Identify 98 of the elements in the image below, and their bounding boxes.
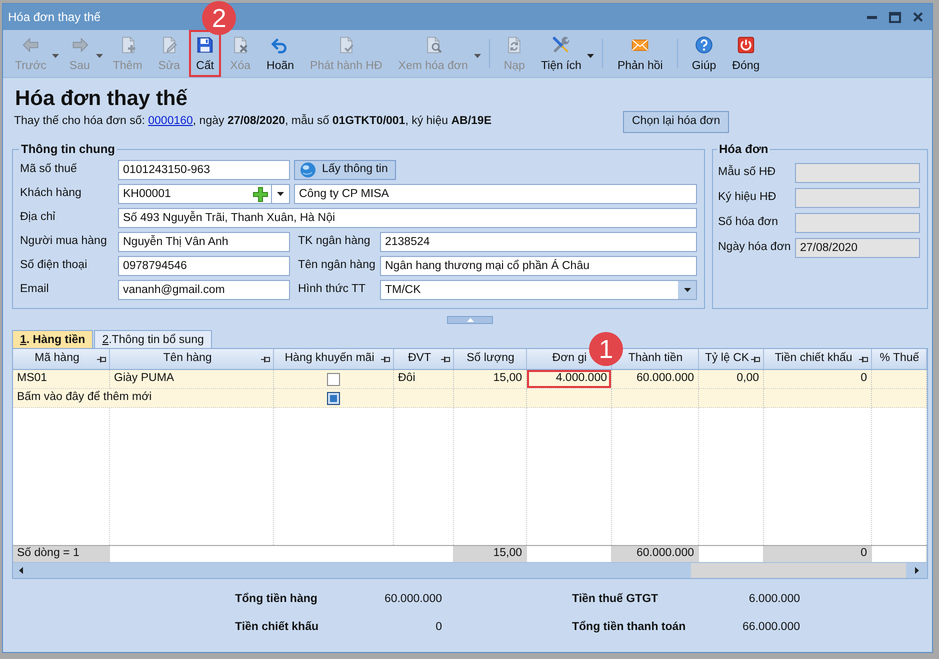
fetch-info-button[interactable]: Lấy thông tin xyxy=(294,160,396,180)
power-icon xyxy=(736,36,755,54)
field-label: Ngày hóa đơn xyxy=(718,241,792,255)
field-label: Email xyxy=(20,283,50,297)
help-button[interactable]: Giúp xyxy=(684,30,724,77)
document-pencil-icon xyxy=(160,36,178,54)
dropdown-button[interactable] xyxy=(272,184,290,204)
caret-icon xyxy=(587,54,594,58)
panel-title: Hóa đơn xyxy=(718,142,770,156)
column-header[interactable]: Tên hàng xyxy=(110,349,274,369)
caret-icon xyxy=(474,54,481,58)
column-header[interactable]: Tỷ lệ CK xyxy=(699,349,764,369)
field-label: Địa chỉ xyxy=(20,211,56,225)
help-icon xyxy=(694,36,713,54)
maximize-icon[interactable] xyxy=(889,12,901,22)
dropdown-button[interactable] xyxy=(585,52,596,60)
summary-cell: 0 xyxy=(764,546,872,562)
collapse-button[interactable] xyxy=(447,316,493,324)
total-value: 66.000.000 xyxy=(742,621,800,635)
buyer-field[interactable]: Nguyễn Thị Vân Anh xyxy=(118,232,290,252)
scroll-left-button[interactable] xyxy=(13,563,28,578)
pin-icon[interactable] xyxy=(751,356,760,362)
total-label: Tổng tiền hàng xyxy=(235,593,318,607)
tab[interactable]: 2.Thông tin bổ sung xyxy=(94,330,212,348)
column-header[interactable]: ĐVT xyxy=(394,349,454,369)
caret-icon xyxy=(96,54,103,58)
address-field[interactable]: Số 493 Nguyễn Trãi, Thanh Xuân, Hà Nội xyxy=(118,208,697,228)
field-label: Số hóa đơn xyxy=(718,216,779,230)
field-label: Hình thức TT xyxy=(297,283,367,297)
replacement-note: Thay thế cho hóa đơn số: 0000160, ngày 27/08/2020, mẫu số 01GTKT0/001, ký hiệu AB/19E xyxy=(13,115,493,129)
phone-field[interactable]: 0978794546 xyxy=(118,256,290,276)
arrow-right-icon xyxy=(914,567,918,574)
caret-up-icon xyxy=(466,318,474,322)
tab[interactable]: 1. Hàng tiền xyxy=(12,330,94,348)
arrow-left-icon xyxy=(22,36,40,54)
step-number-tooltip: 1 xyxy=(589,332,623,366)
reselect-invoice-button[interactable]: Chọn lại hóa đơn xyxy=(623,111,730,133)
arrow-left-icon xyxy=(18,567,22,574)
pin-icon[interactable] xyxy=(97,356,106,362)
total-label: Tiền chiết khấu xyxy=(235,621,319,635)
pin-icon[interactable] xyxy=(381,356,390,362)
bank-name-field[interactable]: Ngân hang thương mại cổ phần Á Châu xyxy=(380,256,697,276)
document-magnifier-icon xyxy=(424,36,442,54)
close-icon[interactable] xyxy=(913,12,923,22)
field-label: Số điện thoại xyxy=(20,259,88,273)
total-value: 6.000.000 xyxy=(748,593,800,607)
column-header[interactable]: Tiền chiết khấu xyxy=(764,349,872,369)
total-label: Tiền thuế GTGT xyxy=(572,593,658,607)
field-label: Tên ngân hàng xyxy=(297,259,376,273)
pin-icon[interactable] xyxy=(859,356,868,362)
undo-button[interactable]: Hoãn xyxy=(260,30,302,77)
pin-icon[interactable] xyxy=(441,356,450,362)
field-label: TK ngân hàng xyxy=(297,235,372,249)
summary-cell: 60.000.000 xyxy=(612,546,699,562)
summary-cell: 15,00 xyxy=(454,546,527,562)
feedback-button[interactable]: Phản hồi xyxy=(610,30,670,77)
column-header[interactable]: % Thuế xyxy=(872,349,927,369)
bank-account-field[interactable]: 2138524 xyxy=(380,232,697,252)
scroll-right-button[interactable] xyxy=(906,563,927,578)
column-header[interactable]: Mã hàng xyxy=(13,349,110,369)
new-row[interactable]: Bấm vào đây để thêm mới xyxy=(13,389,927,408)
email-field[interactable]: vananh@gmail.com xyxy=(118,280,290,300)
globe-icon xyxy=(300,162,316,178)
undo-arrow-icon xyxy=(271,36,290,54)
customer-name-field[interactable]: Công ty CP MISA xyxy=(294,184,697,204)
field-label: Mẫu số HĐ xyxy=(718,166,777,180)
document-cross-icon xyxy=(231,36,250,54)
scrollbar-thumb[interactable] xyxy=(28,563,691,578)
pin-icon[interactable] xyxy=(261,356,270,362)
invoice-link[interactable]: 0000160 xyxy=(148,115,193,128)
field-label: Mã số thuế xyxy=(20,163,78,177)
document-tick-icon xyxy=(337,36,356,54)
wrench-screwdriver-icon xyxy=(552,36,570,54)
field-label: Người mua hàng xyxy=(20,235,108,249)
total-value: 0 xyxy=(436,621,442,635)
panel-title: Thông tin chung xyxy=(20,142,116,156)
window-title: Hóa đơn thay thế xyxy=(8,10,101,24)
tax-code-field[interactable]: 0101243150-963 xyxy=(118,160,290,180)
checkbox[interactable] xyxy=(327,392,340,404)
table-cell: 4.000.000 xyxy=(527,370,612,389)
minimize-icon[interactable] xyxy=(867,16,877,18)
caret-icon xyxy=(277,192,284,196)
column-header[interactable]: Số lượng xyxy=(454,349,527,369)
field-label: Ký hiệu HĐ xyxy=(718,191,778,205)
table-row[interactable]: MS01 Giày PUMA Đôi 15,00 4.000.000 60.000.000 0,00 0 xyxy=(13,370,927,389)
document-arrows-icon xyxy=(505,36,524,54)
checkbox[interactable] xyxy=(327,372,340,386)
field-label: Khách hàng xyxy=(20,187,82,201)
column-header[interactable]: Hàng khuyến mãi xyxy=(274,349,394,369)
table-cell[interactable]: Bấm vào đây để thêm mới xyxy=(13,389,274,408)
summary-cell: Số dòng = 1 xyxy=(13,546,110,562)
arrow-right-icon xyxy=(70,36,89,54)
caret-icon xyxy=(52,54,60,58)
tools-button[interactable]: Tiện ích xyxy=(534,30,588,77)
page-heading: Hóa đơn thay thế xyxy=(15,86,188,111)
total-label: Tổng tiền thanh toán xyxy=(572,621,686,635)
total-value: 60.000.000 xyxy=(384,593,442,607)
close-button[interactable]: Đóng xyxy=(725,30,767,77)
